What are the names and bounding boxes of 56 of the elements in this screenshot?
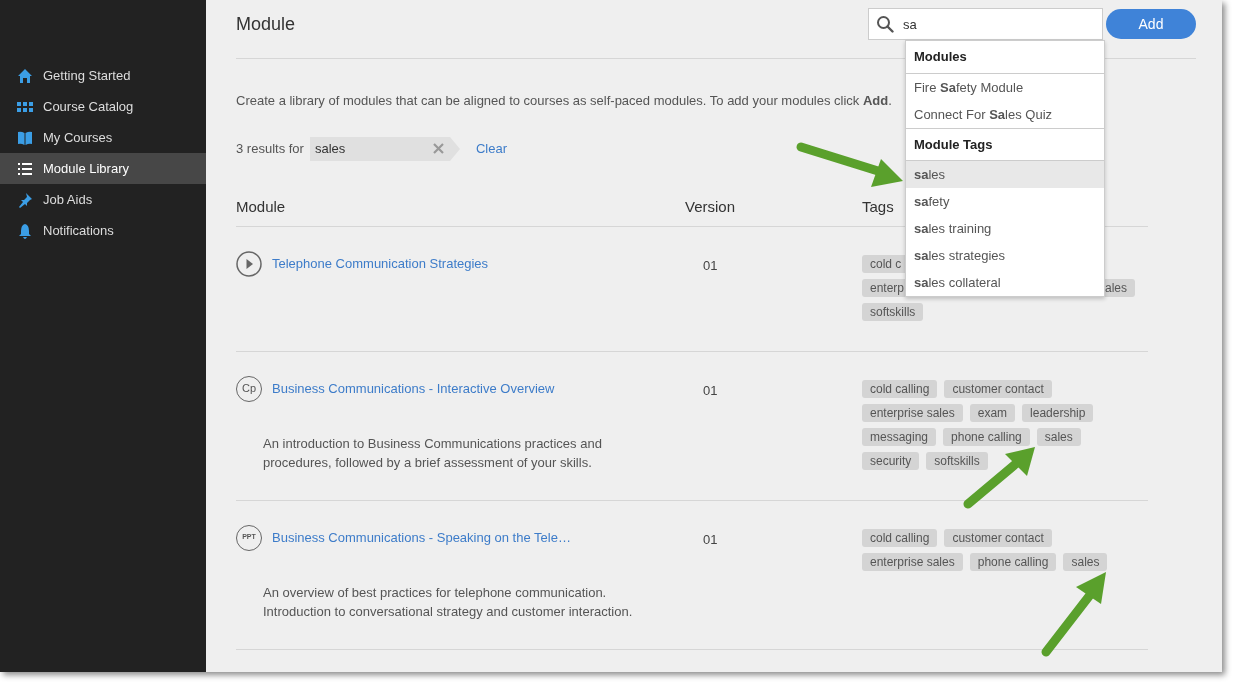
module-title-link[interactable]: Business Communications - Interactive Overview [272,378,555,399]
version-text: 01 [703,257,718,273]
book-icon [17,129,33,146]
section-heading: Module Tags [914,135,993,154]
suggestion-item[interactable]: Fire Safety Module [906,74,1104,101]
tag: phone calling [943,427,1030,446]
column-header: Module [236,197,286,215]
add-button[interactable]: Add [1106,9,1196,39]
suggestion-item[interactable]: sales training [906,215,1104,242]
tag: customer contact [944,379,1052,398]
list-icon [17,160,33,177]
description-text: Create a library of modules that can be aligned to courses as self-paced modules. To add your modules click Add. [236,92,892,110]
results-count: 3 results for [236,139,304,158]
tag: cold calling [862,528,938,547]
tag: leadership [1022,403,1094,422]
sidebar-item[interactable]: My Courses [0,122,206,153]
tag: sales [1063,552,1108,571]
tag: cold calling [862,379,938,398]
pin-icon [17,191,33,208]
page-title: Module [236,12,297,36]
tag: customer contact [944,528,1052,547]
tag: phone calling [969,552,1057,571]
tag: sales [1036,427,1081,446]
search-field[interactable]: sa [868,8,1103,40]
column-header: Version [685,197,736,215]
clear-link[interactable]: Clear [475,138,507,159]
module-title-link[interactable]: Telephone Communication Strategies [272,253,489,274]
sidebar-item[interactable]: Getting Started [0,60,206,91]
tag: softskills [862,302,924,321]
module-description: An overview of best practices for telephone communication. Introduction to conversational strategy and customer interaction. [262,583,634,621]
house-icon [17,67,33,84]
module-title-link[interactable]: Business Communications - Speaking on the Tele… [272,527,571,548]
suggestion-item[interactable]: Connect For Sales Quiz [906,101,1104,128]
tag: messaging [862,427,937,446]
close-icon[interactable] [432,143,444,154]
tag: enterprise sales [862,552,963,571]
tag: security [862,451,920,470]
sidebar-item[interactable]: Module Library [0,153,206,184]
suggestion-item[interactable]: sales strategies [906,242,1104,269]
sidebar-item[interactable]: Notifications [0,215,206,246]
suggestion-item[interactable]: sales collateral [906,269,1104,296]
sidebar-item[interactable]: Job Aids [0,184,206,215]
tag: exam [969,403,1016,422]
play-icon [236,250,262,277]
version-text: 01 [703,382,718,398]
search-icon [876,15,894,33]
version-text: 01 [703,531,718,547]
bell-icon [17,222,33,239]
column-header: Tags [862,197,894,215]
module-description: An introduction to Business Communications practices and procedures, followed by a brief assessment of your skills. [262,434,603,472]
tag: softskills [926,451,988,470]
section-heading: Modules [914,48,967,67]
suggestion-item[interactable]: sales [906,161,1104,188]
suggestion-item[interactable]: safety [906,188,1104,215]
sidebar-item[interactable]: Course Catalog [0,91,206,122]
tag: enterprise sales [862,403,963,422]
